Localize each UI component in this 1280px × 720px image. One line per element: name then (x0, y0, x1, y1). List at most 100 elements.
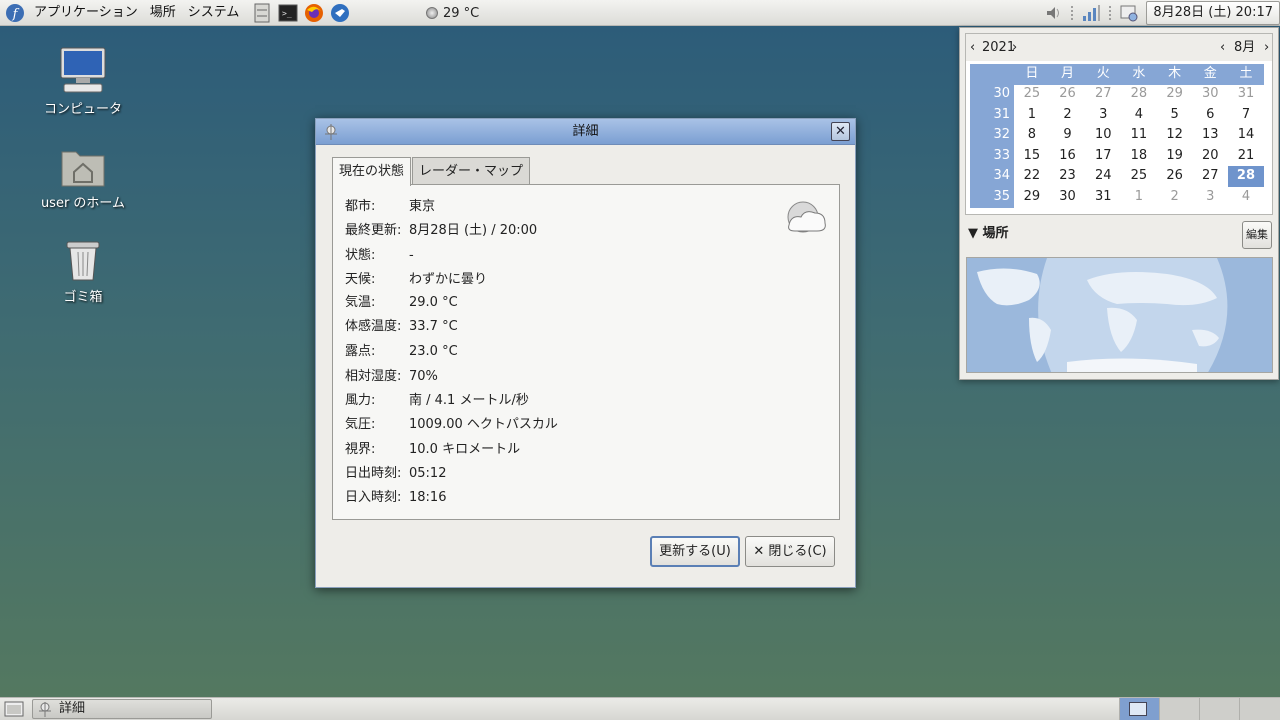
fedora-logo-icon[interactable]: f (4, 2, 26, 24)
file-cabinet-launcher-icon[interactable] (251, 2, 273, 24)
locations-expander[interactable]: ▼ 場所 (968, 222, 1009, 241)
calendar-day[interactable]: 9 (1050, 125, 1086, 146)
calendar-day[interactable]: 1 (1121, 187, 1157, 208)
terminal-launcher-icon[interactable]: >_ (277, 2, 299, 24)
calendar-day[interactable]: 27 (1085, 84, 1121, 105)
update-button[interactable]: 更新する(U) (650, 536, 740, 567)
calendar-day[interactable]: 11 (1121, 125, 1157, 146)
close-button[interactable]: ✕ 閉じる(C) (745, 536, 835, 567)
show-desktop-icon[interactable] (4, 700, 24, 718)
volume-icon[interactable] (1042, 2, 1064, 24)
calendar-day[interactable]: 16 (1050, 146, 1086, 167)
info-key: 最終更新: (345, 223, 402, 238)
trash-icon (58, 232, 108, 282)
calendar-day[interactable]: 17 (1085, 146, 1121, 167)
calendar-day[interactable]: 19 (1157, 146, 1193, 167)
calendar-day[interactable]: 22 (1014, 166, 1050, 187)
weather-temperature: 29 °C (443, 5, 480, 21)
calendar-day[interactable]: 25 (1121, 166, 1157, 187)
taskbar-window-details[interactable]: 詳細 (32, 699, 212, 719)
dialog-titlebar[interactable]: 詳細 ✕ (316, 119, 855, 145)
workspace-4[interactable] (1239, 698, 1280, 720)
info-key: 風力: (345, 393, 376, 408)
calendar-day[interactable]: 15 (1014, 146, 1050, 167)
week-number-header (970, 64, 1014, 85)
weekday-header: 木 (1156, 64, 1193, 85)
locations-label: 場所 (982, 226, 1009, 241)
notification-icon[interactable] (1118, 2, 1140, 24)
edit-locations-button[interactable]: 編集 (1242, 221, 1272, 249)
workspace-1[interactable] (1119, 698, 1159, 720)
firefox-launcher-icon[interactable] (303, 2, 325, 24)
info-value: 33.7 °C (409, 319, 458, 334)
calendar-day[interactable]: 7 (1228, 105, 1264, 126)
desktop-icon-label: ゴミ箱 (63, 290, 103, 305)
calendar-day[interactable]: 12 (1157, 125, 1193, 146)
calendar-day[interactable]: 31 (1085, 187, 1121, 208)
calendar-day[interactable]: 4 (1121, 105, 1157, 126)
desktop-icon-trash[interactable]: ゴミ箱 (33, 232, 133, 305)
clock[interactable]: 8月28日 (土) 20:17 (1146, 1, 1280, 25)
info-value: 70% (409, 369, 438, 384)
calendar-day[interactable]: 5 (1157, 105, 1193, 126)
calendar-day[interactable]: 2 (1157, 187, 1193, 208)
calendar-day[interactable]: 3 (1085, 105, 1121, 126)
calendar-day[interactable]: 1 (1014, 105, 1050, 126)
calendar-day[interactable]: 13 (1192, 125, 1228, 146)
calendar-week-row: 33 15 16 17 18 19 20 21 (970, 145, 1264, 167)
desktop-icon-computer[interactable]: コンピュータ (33, 44, 133, 117)
thunderbird-launcher-icon[interactable] (329, 2, 351, 24)
dialog-close-button[interactable]: ✕ (831, 122, 850, 141)
current-conditions-panel: 都市: 東京 最終更新: 8月28日 (土) / 20:00 状態: - 天候: わずか… (332, 184, 840, 520)
next-year-chevron-icon[interactable]: › (1012, 34, 1017, 61)
info-row-visibility: 視界: 10.0 キロメートル (345, 440, 520, 460)
calendar-day[interactable]: 30 (1192, 84, 1228, 105)
calendar-day[interactable]: 29 (1157, 84, 1193, 105)
calendar-day[interactable]: 18 (1121, 146, 1157, 167)
weather-app-icon (322, 123, 340, 141)
menu-applications[interactable]: アプリケーション (28, 0, 144, 26)
calendar-day[interactable]: 21 (1228, 146, 1264, 167)
calendar: ‹ 2021 › ‹ 8月 › 日月火水木金土 30 25 26 27 28 29 30 31 3… (965, 33, 1273, 215)
calendar-day-selected[interactable]: 28 (1228, 166, 1264, 187)
calendar-day[interactable]: 3 (1192, 187, 1228, 208)
info-value: 東京 (409, 199, 436, 214)
network-signal-icon[interactable] (1080, 2, 1102, 24)
menu-places[interactable]: 場所 (144, 0, 182, 26)
calendar-grid: 日月火水木金土 30 25 26 27 28 29 30 31 31 1 2 3 4 5 6 7 32 8 9 10 11… (970, 64, 1264, 208)
prev-month-chevron-icon[interactable]: ‹ (1220, 34, 1225, 61)
calendar-day[interactable]: 29 (1014, 187, 1050, 208)
calendar-day[interactable]: 6 (1192, 105, 1228, 126)
calendar-day[interactable]: 10 (1085, 125, 1121, 146)
calendar-day[interactable]: 30 (1050, 187, 1086, 208)
workspace-3[interactable] (1199, 698, 1239, 720)
calendar-day[interactable]: 25 (1014, 84, 1050, 105)
prev-year-chevron-icon[interactable]: ‹ (970, 34, 975, 61)
weather-applet[interactable]: 29 °C (426, 0, 479, 26)
calendar-day[interactable]: 27 (1192, 166, 1228, 187)
info-row-dew-point: 露点: 23.0 °C (345, 342, 458, 362)
calendar-day[interactable]: 26 (1157, 166, 1193, 187)
world-map[interactable] (966, 257, 1273, 373)
calendar-day[interactable]: 2 (1050, 105, 1086, 126)
weekday-header: 金 (1192, 64, 1229, 85)
desktop-icon-home[interactable]: user のホーム (33, 138, 133, 211)
calendar-day[interactable]: 23 (1050, 166, 1086, 187)
workspace-2[interactable] (1159, 698, 1199, 720)
info-key: 気圧: (345, 417, 376, 432)
calendar-day[interactable]: 14 (1228, 125, 1264, 146)
taskbar-window-label: 詳細 (59, 701, 86, 716)
calendar-day[interactable]: 26 (1050, 84, 1086, 105)
next-month-chevron-icon[interactable]: › (1264, 34, 1269, 61)
tab-current-conditions[interactable]: 現在の状態 (332, 157, 412, 186)
calendar-day[interactable]: 24 (1085, 166, 1121, 187)
menu-system[interactable]: システム (182, 0, 246, 26)
tab-radar-map[interactable]: レーダー・マップ (412, 157, 531, 185)
calendar-day[interactable]: 4 (1228, 187, 1264, 208)
info-row-feels-like: 体感温度: 33.7 °C (345, 317, 458, 337)
calendar-day[interactable]: 28 (1121, 84, 1157, 105)
calendar-day[interactable]: 31 (1228, 84, 1264, 105)
calendar-day[interactable]: 8 (1014, 125, 1050, 146)
calendar-day[interactable]: 20 (1192, 146, 1228, 167)
calendar-week-row: 34 22 23 24 25 26 27 28 (970, 166, 1264, 187)
